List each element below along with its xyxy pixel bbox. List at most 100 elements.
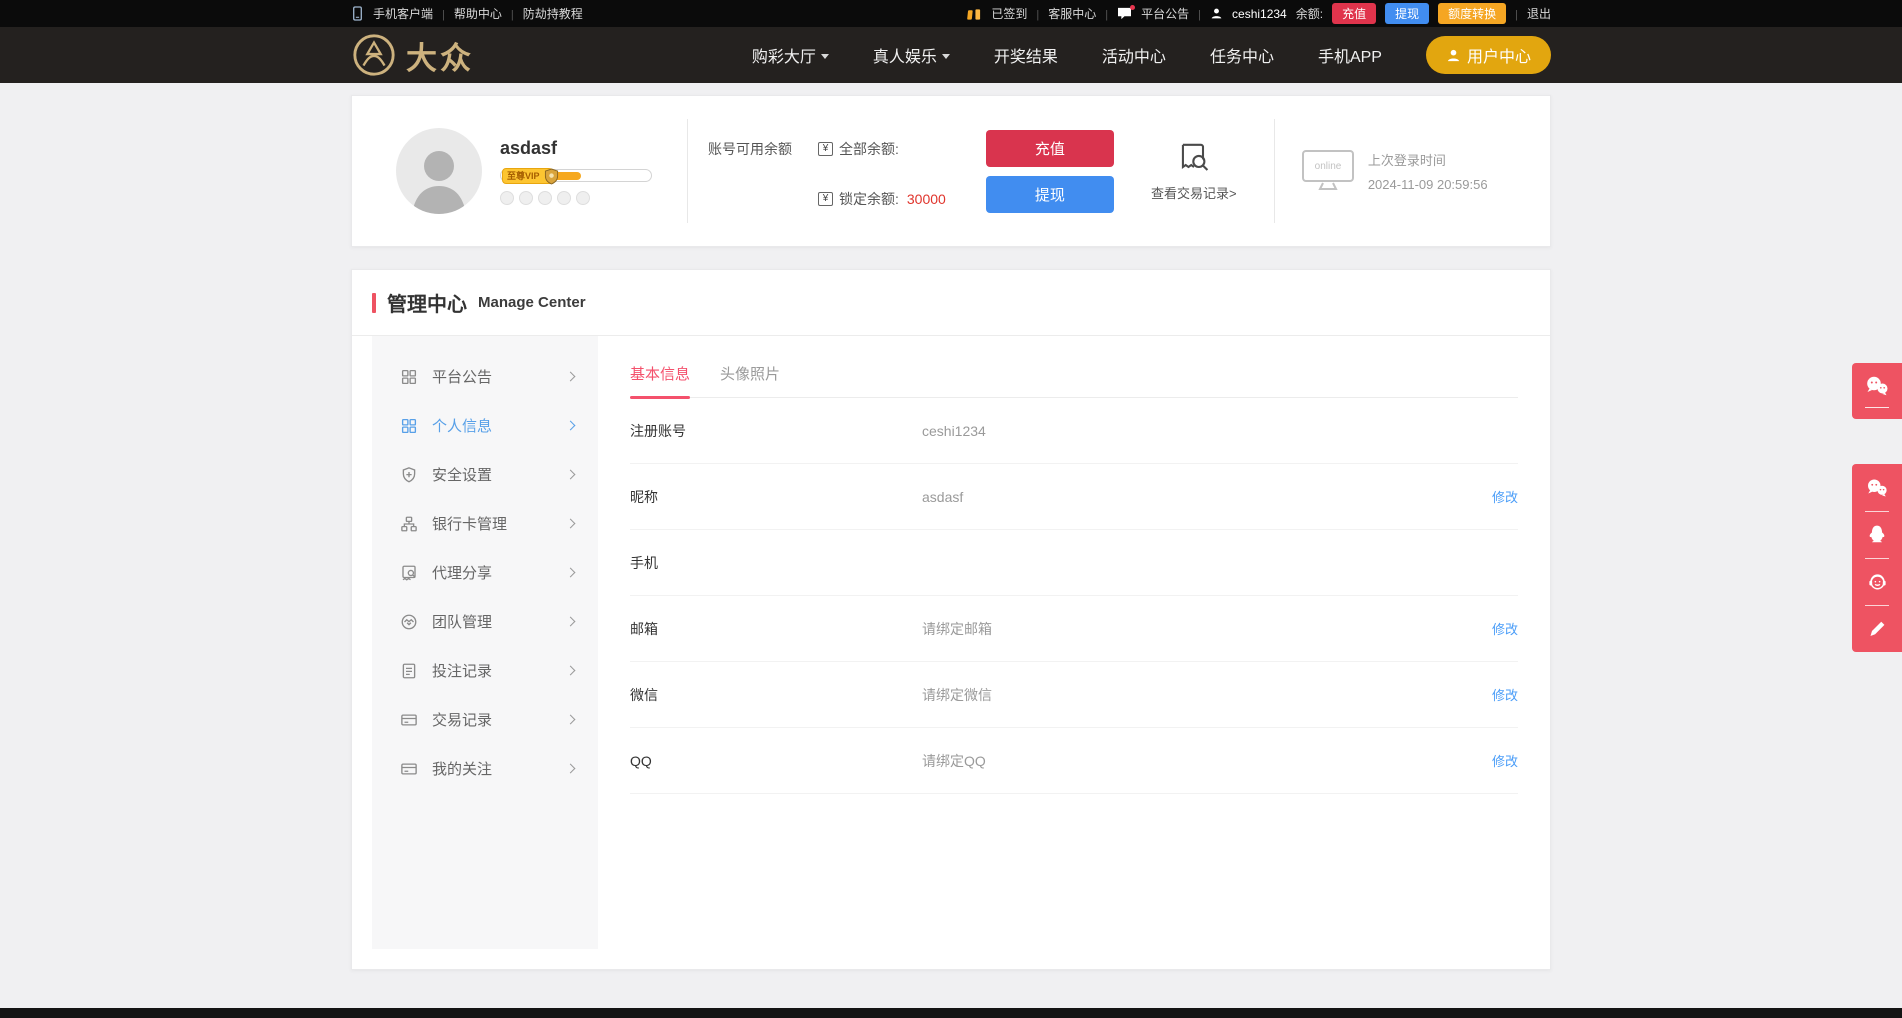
- wechat-icon: [1865, 477, 1889, 499]
- yen-icon: ¥: [818, 142, 833, 156]
- total-balance-label: 全部余额:: [839, 139, 899, 159]
- sidebar-item-team-management[interactable]: 团队管理: [372, 597, 598, 646]
- document-icon: [400, 662, 418, 680]
- topbar-link-help-center[interactable]: 帮助中心: [454, 5, 502, 22]
- doc-search-icon: [400, 564, 418, 582]
- recharge-button[interactable]: 充值: [986, 130, 1114, 167]
- sidebar-item-my-follows[interactable]: 我的关注: [372, 744, 598, 793]
- logo-emblem-icon: [351, 32, 397, 78]
- chevron-right-icon: [566, 421, 576, 431]
- topbar-link-mobile-client[interactable]: 手机客户端: [373, 5, 433, 22]
- nav-item-task-center[interactable]: 任务中心: [1210, 43, 1274, 67]
- divider: [442, 7, 445, 21]
- chevron-right-icon: [566, 372, 576, 382]
- qq-icon: [1866, 523, 1888, 546]
- headset-icon: [1866, 570, 1889, 593]
- chevron-down-icon: [821, 54, 829, 59]
- user-info-card: asdasf 至尊VIP 账号可用余额: [351, 95, 1551, 247]
- info-row-qq: QQ 请绑定QQ 修改: [630, 728, 1518, 794]
- sidebar-item-transaction-records[interactable]: 交易记录: [372, 695, 598, 744]
- profile-badge-icon: [576, 191, 590, 205]
- site-logo[interactable]: 大众: [351, 32, 474, 78]
- online-monitor-icon: online: [1301, 149, 1355, 193]
- vip-level-badge: 至尊VIP: [502, 168, 553, 184]
- topbar-username: ceshi1234: [1232, 7, 1287, 21]
- svg-text:online: online: [1314, 161, 1341, 172]
- grid-icon: [400, 368, 418, 386]
- announcement-icon: [1117, 7, 1132, 20]
- profile-badge-icon: [500, 191, 514, 205]
- nav-item-live-casino[interactable]: 真人娱乐: [873, 43, 950, 67]
- float-wechat-button[interactable]: [1852, 464, 1902, 511]
- float-customer-service-button[interactable]: [1852, 558, 1902, 605]
- divider: [511, 7, 514, 21]
- tab-avatar-photo[interactable]: 头像照片: [720, 363, 780, 397]
- topbar-withdraw-button[interactable]: 提现: [1385, 3, 1429, 24]
- available-balance-label: 账号可用余额: [708, 139, 792, 159]
- title-accent-bar: [372, 293, 376, 313]
- modify-qq-link[interactable]: 修改: [1492, 751, 1518, 770]
- last-login-time: 2024-11-09 20:59:56: [1368, 177, 1488, 192]
- topbar-logout[interactable]: 退出: [1527, 5, 1551, 22]
- tab-bar: 基本信息 头像照片: [630, 363, 1518, 398]
- vip-progress-bar: 至尊VIP: [500, 169, 652, 182]
- pencil-icon: [1867, 618, 1888, 639]
- user-center-button[interactable]: 用户中心: [1426, 36, 1551, 74]
- card-icon: [400, 760, 418, 778]
- nav-item-activity-center[interactable]: 活动中心: [1102, 43, 1166, 67]
- chevron-right-icon: [566, 666, 576, 676]
- chevron-right-icon: [566, 519, 576, 529]
- nav-item-lottery-hall[interactable]: 购彩大厅: [752, 43, 829, 67]
- main-nav: 大众 购彩大厅 真人娱乐 开奖结果 活动中心 任务中心 手机APP 用户中心: [0, 27, 1902, 83]
- notification-dot: [1130, 5, 1135, 10]
- books-icon: [967, 7, 982, 21]
- avatar[interactable]: [396, 128, 482, 214]
- footer: [0, 1008, 1902, 1018]
- sidebar-item-platform-announcement[interactable]: 平台公告: [372, 352, 598, 401]
- sidebar-item-agent-share[interactable]: 代理分享: [372, 548, 598, 597]
- manage-sidebar: 平台公告 个人信息 安全设置 银行卡管理 代理分享: [372, 336, 598, 949]
- sidebar-item-security-settings[interactable]: 安全设置: [372, 450, 598, 499]
- divider: [1036, 7, 1039, 21]
- phone-icon: [351, 6, 364, 21]
- sidebar-item-bet-records[interactable]: 投注记录: [372, 646, 598, 695]
- modify-wechat-link[interactable]: 修改: [1492, 685, 1518, 704]
- modify-nickname-link[interactable]: 修改: [1492, 487, 1518, 506]
- topbar-quota-transfer-button[interactable]: 额度转换: [1438, 3, 1506, 24]
- tab-basic-info[interactable]: 基本信息: [630, 363, 690, 397]
- vip-shield-icon: [544, 168, 559, 185]
- info-row-phone: 手机: [630, 530, 1518, 596]
- view-transactions-link[interactable]: 查看交易记录>: [1114, 140, 1274, 202]
- divider: [1198, 7, 1201, 21]
- topbar-link-antihijack[interactable]: 防劫持教程: [523, 5, 583, 22]
- shield-plus-icon: [400, 466, 418, 484]
- profile-badges: [500, 191, 652, 205]
- grid-icon: [400, 417, 418, 435]
- last-login-label: 上次登录时间: [1368, 150, 1488, 169]
- handshake-icon: [400, 613, 418, 631]
- topbar-announcement[interactable]: 平台公告: [1141, 5, 1189, 22]
- modify-email-link[interactable]: 修改: [1492, 619, 1518, 638]
- card-icon: [400, 711, 418, 729]
- nav-item-draw-results[interactable]: 开奖结果: [994, 43, 1058, 67]
- profile-badge-icon: [557, 191, 571, 205]
- logo-text: 大众: [406, 33, 474, 78]
- profile-username: asdasf: [500, 138, 652, 159]
- topbar-service-center[interactable]: 客服中心: [1048, 5, 1096, 22]
- chevron-right-icon: [566, 617, 576, 627]
- sidebar-item-personal-info[interactable]: 个人信息: [372, 401, 598, 450]
- nav-item-mobile-app[interactable]: 手机APP: [1318, 43, 1382, 67]
- chevron-right-icon: [566, 715, 576, 725]
- float-wechat-button[interactable]: [1852, 363, 1902, 419]
- page-subtitle: Manage Center: [478, 294, 586, 311]
- sidebar-item-bank-card-management[interactable]: 银行卡管理: [372, 499, 598, 548]
- float-feedback-button[interactable]: [1852, 605, 1902, 652]
- user-icon: [1210, 7, 1223, 20]
- topbar-recharge-button[interactable]: 充值: [1332, 3, 1376, 24]
- withdraw-button[interactable]: 提现: [986, 176, 1114, 213]
- float-qq-button[interactable]: [1852, 511, 1902, 558]
- manage-center-card: 管理中心 Manage Center 平台公告 个人信息 安全设置: [351, 269, 1551, 970]
- chevron-right-icon: [566, 568, 576, 578]
- topbar-signed-in[interactable]: 已签到: [991, 5, 1027, 22]
- info-row-wechat: 微信 请绑定微信 修改: [630, 662, 1518, 728]
